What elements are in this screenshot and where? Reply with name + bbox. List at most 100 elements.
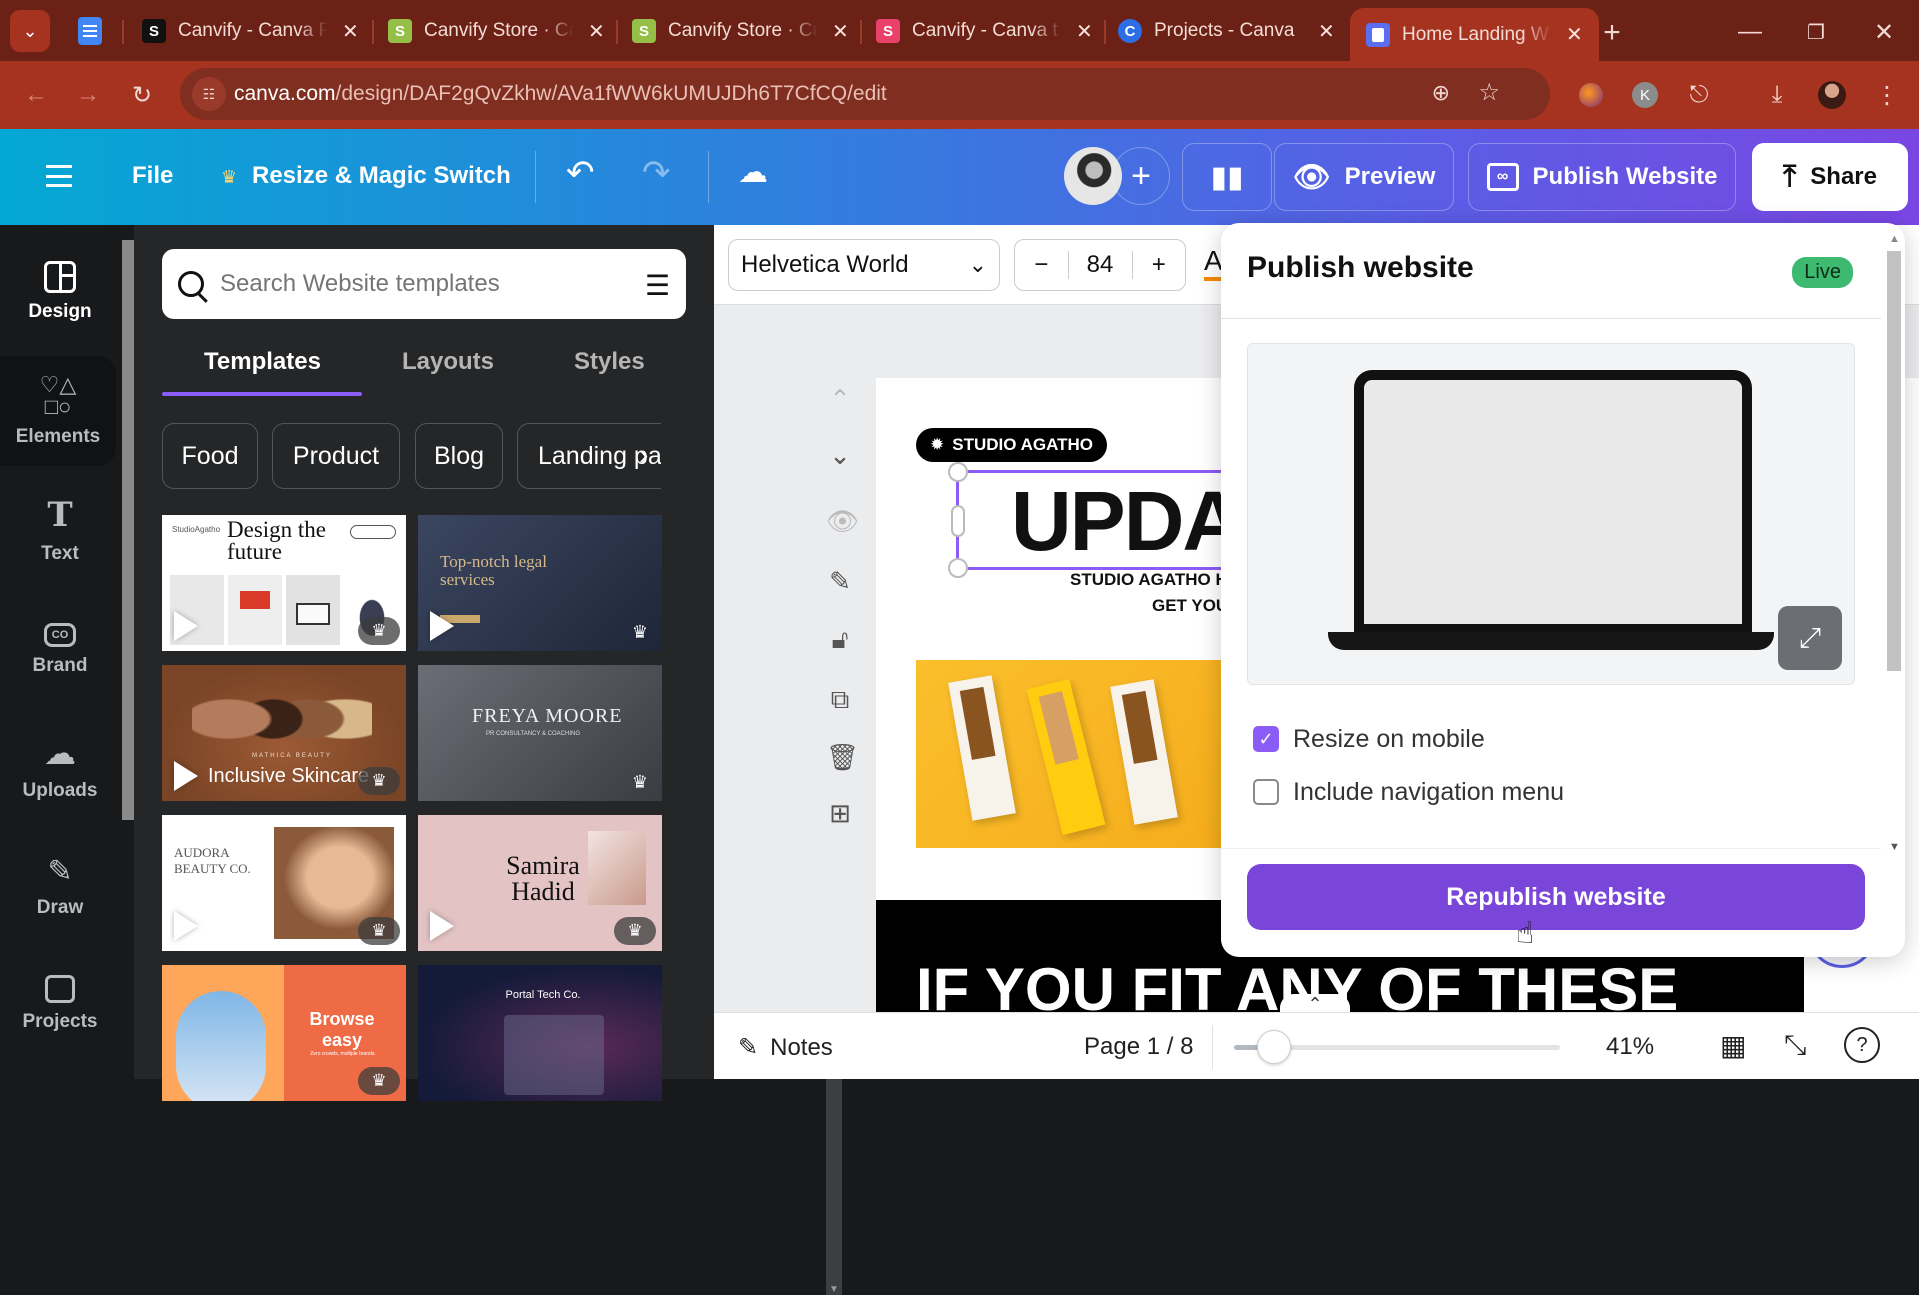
resize-handle[interactable] [948, 558, 968, 578]
studio-badge[interactable]: ✹ STUDIO AGATHO [916, 428, 1107, 462]
add-page-icon[interactable]: ⊞ [826, 798, 854, 829]
rail-draw[interactable]: ✎ Draw [0, 831, 120, 941]
filter-sliders-icon[interactable]: ☰ [645, 269, 670, 302]
zoom-magnifier-icon[interactable]: ⊕ [1432, 80, 1450, 106]
template-card[interactable]: AUDORA BEAUTY CO. ♛ [162, 815, 406, 951]
redo-icon[interactable]: ↷ [642, 153, 671, 193]
font-family-dropdown[interactable]: Helvetica World ⌄ [728, 239, 1000, 291]
browser-tab[interactable]: S Canvify - Canva P ✕ [142, 10, 359, 52]
main-menu-icon[interactable] [46, 165, 72, 187]
product-image[interactable] [916, 660, 1222, 848]
reload-icon[interactable]: ↻ [122, 75, 162, 115]
rail-brand[interactable]: CO Brand [0, 595, 120, 705]
browser-tab-active[interactable]: Home Landing W ✕ [1350, 8, 1599, 61]
address-bar[interactable]: ☷ canva.com/design/DAF2gQvZkhw/AVa1fWW6k… [180, 68, 1550, 120]
close-tab-icon[interactable]: ✕ [588, 19, 605, 44]
bookmark-star-icon[interactable]: ☆ [1478, 78, 1500, 107]
zoom-slider-handle[interactable] [1257, 1030, 1291, 1064]
undo-icon[interactable]: ↶ [566, 153, 595, 193]
lock-open-icon[interactable]: 🔓︎ [826, 624, 854, 656]
decrease-font-size-button[interactable]: − [1015, 251, 1069, 279]
resize-on-mobile-checkbox[interactable]: ✓ [1253, 726, 1279, 752]
page-up-icon[interactable]: ⌃ [826, 384, 854, 415]
template-card[interactable]: FREYA MOORE PR CONSULTANCY & COACHING ♛ [418, 665, 662, 801]
extension-orb-icon[interactable] [1574, 78, 1608, 112]
resize-handle[interactable] [948, 462, 968, 482]
text-color-icon[interactable]: A [1204, 245, 1223, 281]
search-box[interactable]: ☰ [162, 249, 686, 319]
publish-website-button[interactable]: ∞ Publish Website [1468, 143, 1736, 211]
browser-tab[interactable]: S Canvify Store · Cu ✕ [632, 10, 849, 52]
resize-magic-switch-button[interactable]: Resize & Magic Switch [252, 162, 511, 190]
include-navigation-label[interactable]: Include navigation menu [1293, 778, 1564, 807]
template-card[interactable]: Portal Tech Co. [418, 965, 662, 1101]
close-tab-icon[interactable]: ✕ [1566, 22, 1583, 47]
expand-preview-button[interactable]: ⤢ [1778, 606, 1842, 670]
browser-menu-icon[interactable]: ⋮ [1870, 78, 1904, 112]
template-card[interactable]: Browse easy Zero crowds, multiple brands… [162, 965, 406, 1101]
profile-k-icon[interactable]: K [1628, 78, 1662, 112]
template-card[interactable]: Top-notch legal services ♛ [418, 515, 662, 651]
account-avatar[interactable] [1815, 78, 1849, 112]
filter-chip-product[interactable]: Product [272, 423, 400, 489]
selected-headline-box[interactable]: UPDA [948, 462, 1256, 578]
docs-pinned-tab[interactable] [78, 17, 102, 45]
resize-handle[interactable] [951, 505, 965, 537]
delete-page-icon[interactable]: 🗑︎ [826, 742, 859, 773]
include-navigation-checkbox[interactable] [1253, 779, 1279, 805]
headline-text[interactable]: UPDA [1011, 475, 1243, 567]
browser-tab[interactable]: C Projects - Canva ✕ [1118, 10, 1335, 52]
rail-text[interactable]: T Text [0, 475, 120, 585]
rail-design[interactable]: Design [0, 237, 120, 347]
restore-icon[interactable]: ❐ [1796, 12, 1836, 52]
filter-chip-food[interactable]: Food [162, 423, 258, 489]
close-window-icon[interactable]: ✕ [1864, 12, 1904, 52]
republish-website-button[interactable]: Republish website [1247, 864, 1865, 930]
browser-tab[interactable]: S Canvify Store · Ca ✕ [388, 10, 605, 52]
template-card[interactable]: MATHICA BEAUTY Inclusive Skincare ♛ [162, 665, 406, 801]
close-tab-icon[interactable]: ✕ [1076, 19, 1093, 44]
close-tab-icon[interactable]: ✕ [342, 19, 359, 44]
page-indicator[interactable]: Page 1 / 8 [1084, 1033, 1193, 1061]
tab-layouts[interactable]: Layouts [402, 348, 494, 376]
tab-styles[interactable]: Styles [574, 348, 645, 376]
file-menu[interactable]: File [132, 162, 173, 190]
minimize-icon[interactable]: — [1730, 12, 1770, 52]
tab-templates[interactable]: Templates [204, 348, 321, 376]
font-size-stepper[interactable]: − 84 + [1014, 239, 1186, 291]
help-icon[interactable]: ? [1844, 1027, 1880, 1063]
subline-text[interactable]: GET YOU [1152, 596, 1228, 616]
site-info-icon[interactable]: ☷ [192, 77, 226, 111]
rail-projects[interactable]: Projects [0, 949, 120, 1059]
tab-search-button[interactable]: ⌄ [10, 10, 50, 52]
grid-view-icon[interactable]: ▦ [1720, 1029, 1746, 1062]
template-card[interactable]: Samira Hadid ♛ [418, 815, 662, 951]
dialog-scrollbar-thumb[interactable] [1887, 251, 1901, 671]
font-size-value[interactable]: 84 [1069, 251, 1132, 279]
template-card[interactable]: StudioAgatho Design the future ♛ [162, 515, 406, 651]
cloud-saved-icon[interactable]: ☁︎ [738, 155, 768, 190]
insights-button[interactable]: ▮▮ [1182, 143, 1272, 211]
back-icon[interactable]: ← [16, 75, 56, 115]
extensions-puzzle-icon[interactable]: ⎋ [1682, 78, 1716, 112]
download-icon[interactable]: ⤓ [1760, 78, 1794, 112]
hide-page-icon[interactable]: 👁︎ [826, 506, 859, 537]
page-down-icon[interactable]: ⌄ [826, 440, 854, 471]
rail-elements[interactable]: ♡△ □○ Elements [0, 356, 116, 466]
rail-uploads[interactable]: ☁︎ Uploads [0, 713, 120, 823]
chips-next-icon[interactable]: › [639, 439, 648, 471]
fullscreen-icon[interactable]: ⤡ [1784, 1029, 1806, 1062]
rail-scrollbar[interactable] [122, 240, 134, 820]
zoom-percentage[interactable]: 41% [1606, 1033, 1654, 1061]
preview-button[interactable]: 👁︎ Preview [1274, 143, 1454, 211]
filter-chip-blog[interactable]: Blog [415, 423, 503, 489]
forward-icon[interactable]: → [68, 75, 108, 115]
browser-tab[interactable]: S Canvify - Canva t ✕ [876, 10, 1093, 52]
zoom-slider[interactable] [1234, 1030, 1560, 1064]
subline-text[interactable]: STUDIO AGATHO H [1070, 570, 1228, 590]
duplicate-page-icon[interactable]: ⧉ [826, 684, 854, 716]
share-button[interactable]: ⤒ Share [1752, 143, 1908, 211]
invite-button[interactable]: + [1112, 147, 1170, 205]
dialog-scrollbar[interactable]: ▲ ▼ [1885, 233, 1903, 853]
edit-notes-icon[interactable]: ✎ [826, 566, 854, 597]
